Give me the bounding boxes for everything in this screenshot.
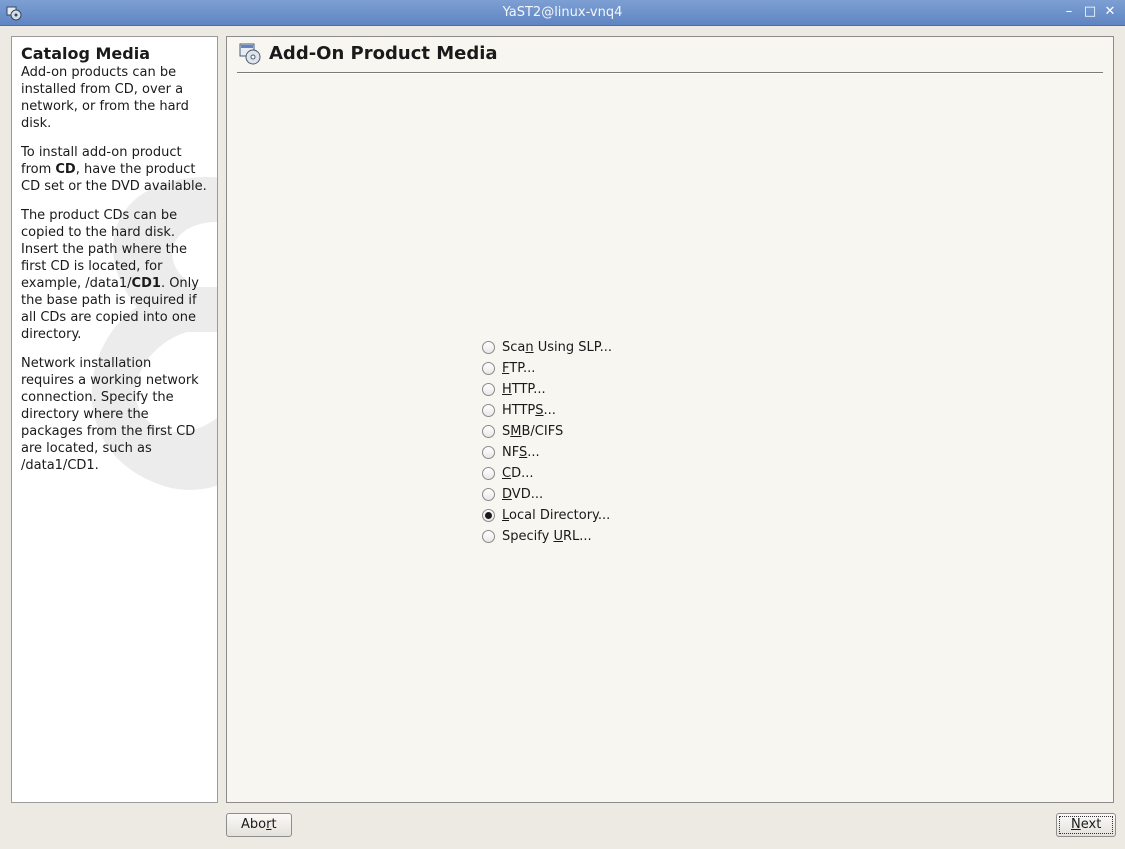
main-content: Add-On Product Media Scan Using SLP... FT… bbox=[226, 36, 1114, 803]
radio-button[interactable] bbox=[482, 530, 495, 543]
radio-option[interactable]: NFS... bbox=[482, 442, 612, 463]
help-panel[interactable]: Catalog Media Add-on products can be ins… bbox=[11, 36, 218, 803]
radio-label: HTTPS... bbox=[502, 403, 556, 418]
radio-option[interactable]: DVD... bbox=[482, 484, 612, 505]
page-title: Add-On Product Media bbox=[269, 43, 498, 64]
window-title: YaST2@linux-vnq4 bbox=[502, 5, 623, 20]
radio-button[interactable] bbox=[482, 467, 495, 480]
help-title: Catalog Media bbox=[21, 44, 150, 63]
radio-label: NFS... bbox=[502, 445, 540, 460]
radio-button[interactable] bbox=[482, 341, 495, 354]
help-text: Add-on products can be installed from CD… bbox=[21, 64, 208, 474]
help-paragraph: Network installation requires a working … bbox=[21, 356, 199, 473]
help-paragraph: Add-on products can be installed from CD… bbox=[21, 65, 189, 131]
radio-option[interactable]: HTTPS... bbox=[482, 400, 612, 421]
radio-button[interactable] bbox=[482, 404, 495, 417]
radio-label: Scan Using SLP... bbox=[502, 340, 612, 355]
radio-option[interactable]: HTTP... bbox=[482, 379, 612, 400]
radio-button[interactable] bbox=[482, 509, 495, 522]
radio-option[interactable]: Scan Using SLP... bbox=[482, 337, 612, 358]
radio-button[interactable] bbox=[482, 425, 495, 438]
radio-option[interactable]: SMB/CIFS bbox=[482, 421, 612, 442]
radio-label: FTP... bbox=[502, 361, 536, 376]
title-divider bbox=[237, 72, 1103, 74]
radio-button[interactable] bbox=[482, 383, 495, 396]
radio-button[interactable] bbox=[482, 488, 495, 501]
radio-option[interactable]: Local Directory... bbox=[482, 505, 612, 526]
radio-label: SMB/CIFS bbox=[502, 424, 564, 439]
next-button[interactable]: Next bbox=[1056, 813, 1117, 837]
abort-button[interactable]: Abort bbox=[226, 813, 292, 837]
radio-option[interactable]: Specify URL... bbox=[482, 526, 612, 547]
radio-label: DVD... bbox=[502, 487, 544, 502]
radio-label: CD... bbox=[502, 466, 534, 481]
radio-option[interactable]: FTP... bbox=[482, 358, 612, 379]
help-paragraph: The product CDs can be copied to the har… bbox=[21, 208, 199, 342]
help-paragraph: To install add-on product from CD, have … bbox=[21, 145, 207, 194]
cd-media-icon bbox=[239, 43, 261, 65]
radio-button[interactable] bbox=[482, 446, 495, 459]
radio-label: HTTP... bbox=[502, 382, 546, 397]
radio-button[interactable] bbox=[482, 362, 495, 375]
window-titlebar: YaST2@linux-vnq4 – □ ✕ bbox=[0, 0, 1125, 26]
close-icon[interactable]: ✕ bbox=[1102, 4, 1118, 20]
radio-label: Specify URL... bbox=[502, 529, 592, 544]
radio-label: Local Directory... bbox=[502, 508, 611, 523]
minimize-icon[interactable]: – bbox=[1061, 4, 1077, 20]
radio-option[interactable]: CD... bbox=[482, 463, 612, 484]
maximize-icon[interactable]: □ bbox=[1082, 4, 1098, 20]
media-type-radio-group: Scan Using SLP... FTP... HTTP... HTTPS... SM… bbox=[482, 337, 612, 547]
